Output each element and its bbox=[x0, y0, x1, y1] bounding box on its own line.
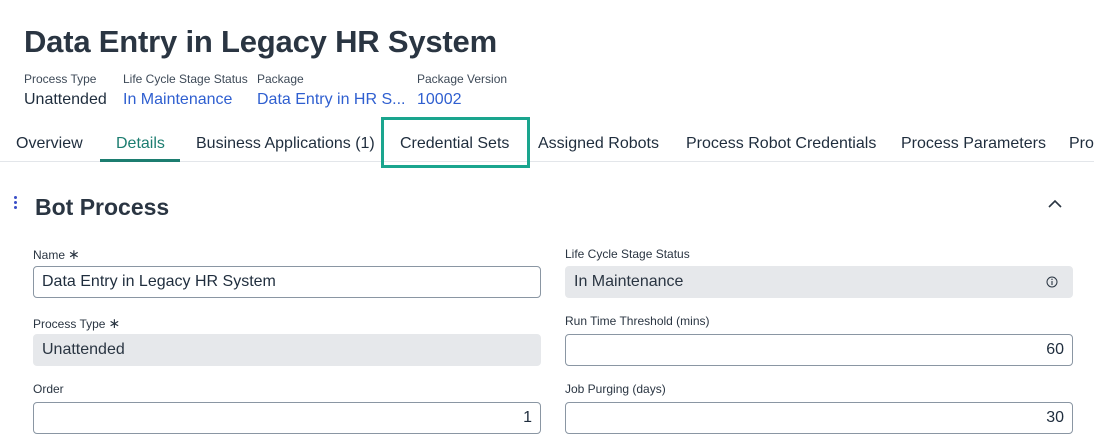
name-label: Name ∗ bbox=[33, 246, 80, 263]
tab-details[interactable]: Details bbox=[116, 135, 165, 153]
meta-package-version: Package Version 10002 bbox=[417, 72, 507, 109]
tab-overflow[interactable]: Pro bbox=[1069, 135, 1094, 153]
chevron-up-icon[interactable] bbox=[1046, 198, 1064, 210]
tab-overview[interactable]: Overview bbox=[16, 135, 83, 153]
job-purging-label: Job Purging (days) bbox=[565, 382, 666, 396]
name-input[interactable]: Data Entry in Legacy HR System bbox=[33, 266, 541, 298]
tab-bar: Overview Details Business Applications (… bbox=[0, 122, 1094, 162]
tab-process-robot-credentials[interactable]: Process Robot Credentials bbox=[686, 135, 876, 153]
meta-lifecycle: Life Cycle Stage Status In Maintenance bbox=[123, 72, 248, 109]
lifecycle-label: Life Cycle Stage Status bbox=[565, 247, 690, 261]
active-tab-indicator bbox=[100, 159, 180, 162]
lifecycle-field: In Maintenance bbox=[565, 266, 1073, 298]
meta-lifecycle-label: Life Cycle Stage Status bbox=[123, 72, 248, 86]
required-icon: ∗ bbox=[68, 246, 80, 262]
run-time-label: Run Time Threshold (mins) bbox=[565, 314, 710, 328]
meta-package: Package Data Entry in HR S... bbox=[257, 72, 406, 109]
meta-package-label: Package bbox=[257, 72, 304, 86]
meta-package-version-link[interactable]: 10002 bbox=[417, 91, 507, 109]
meta-process-type: Process Type Unattended bbox=[24, 72, 107, 109]
job-purging-input[interactable]: 30 bbox=[565, 402, 1073, 434]
process-type-field: Unattended bbox=[33, 334, 541, 366]
highlight-box bbox=[381, 117, 530, 168]
order-label: Order bbox=[33, 382, 64, 396]
meta-package-link[interactable]: Data Entry in HR S... bbox=[257, 91, 406, 109]
order-input[interactable]: 1 bbox=[33, 402, 541, 434]
required-icon: ∗ bbox=[108, 315, 121, 331]
meta-process-type-value: Unattended bbox=[24, 91, 107, 108]
tab-business-applications[interactable]: Business Applications (1) bbox=[196, 135, 375, 153]
meta-process-type-label: Process Type bbox=[24, 72, 97, 86]
meta-package-version-label: Package Version bbox=[417, 72, 508, 86]
meta-lifecycle-link[interactable]: In Maintenance bbox=[123, 91, 248, 109]
kebab-menu-icon[interactable] bbox=[14, 196, 18, 210]
section-title: Bot Process bbox=[35, 194, 170, 220]
process-type-label: Process Type ∗ bbox=[33, 315, 120, 332]
name-label-text: Name bbox=[33, 248, 66, 262]
process-type-label-text: Process Type bbox=[33, 317, 106, 331]
tab-assigned-robots[interactable]: Assigned Robots bbox=[538, 135, 659, 153]
tab-process-parameters[interactable]: Process Parameters bbox=[901, 135, 1046, 153]
info-icon[interactable] bbox=[1046, 276, 1058, 288]
run-time-input[interactable]: 60 bbox=[565, 334, 1073, 366]
page-title: Data Entry in Legacy HR System bbox=[24, 24, 497, 59]
lifecycle-value: In Maintenance bbox=[574, 273, 684, 290]
